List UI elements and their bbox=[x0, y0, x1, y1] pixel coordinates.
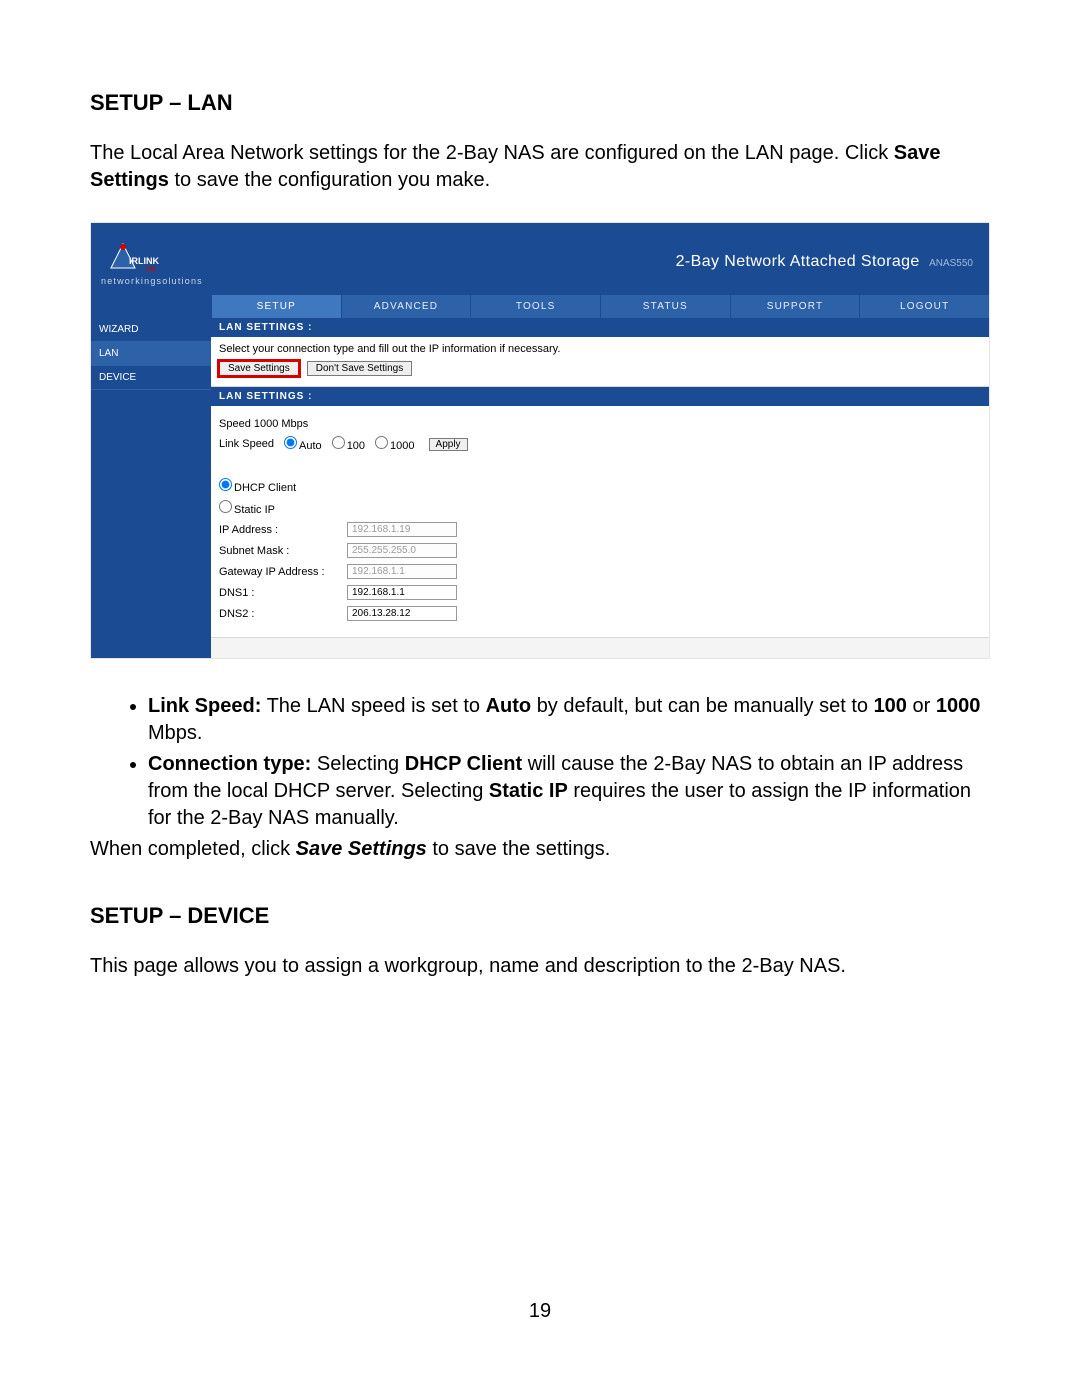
admin-header: IRLINK 101 networkingsolutions 2-Bay Net… bbox=[91, 223, 989, 295]
radio-dhcp-label: DHCP Client bbox=[234, 482, 296, 494]
radio-100-label: 100 bbox=[347, 440, 365, 452]
sidebar-item-wizard[interactable]: WIZARD bbox=[91, 318, 211, 342]
closing-t1: When completed, click bbox=[90, 838, 296, 860]
radio-dhcp[interactable] bbox=[219, 478, 232, 491]
dns1-label: DNS1 : bbox=[219, 587, 339, 599]
speed-readout: Speed 1000 Mbps bbox=[219, 418, 308, 430]
product-title: 2-Bay Network Attached Storage bbox=[676, 253, 920, 270]
radio-1000-label: 1000 bbox=[390, 440, 414, 452]
intro-text-1: The Local Area Network settings for the … bbox=[90, 142, 894, 164]
note2-b1: DHCP Client bbox=[405, 753, 522, 775]
static-row: Static IP bbox=[219, 500, 981, 516]
panel-body-2: Speed 1000 Mbps Link Speed Auto 100 1000… bbox=[211, 406, 989, 638]
conn-static[interactable]: Static IP bbox=[219, 500, 275, 516]
nav-row: SETUP ADVANCED TOOLS STATUS SUPPORT LOGO… bbox=[91, 295, 989, 318]
radio-100[interactable] bbox=[332, 436, 345, 449]
radio-static[interactable] bbox=[219, 500, 232, 513]
intro-paragraph: The Local Area Network settings for the … bbox=[90, 140, 990, 194]
note2-b2: Static IP bbox=[489, 780, 568, 802]
admin-screenshot: IRLINK 101 networkingsolutions 2-Bay Net… bbox=[90, 222, 990, 659]
sidebar-item-device[interactable]: DEVICE bbox=[91, 366, 211, 390]
dns1-input[interactable] bbox=[347, 585, 457, 600]
section-heading-device: SETUP – DEVICE bbox=[90, 903, 990, 929]
link-speed-100[interactable]: 100 bbox=[332, 436, 365, 452]
main-pane: LAN SETTINGS : Select your connection ty… bbox=[211, 318, 989, 658]
note1-b1: Auto bbox=[486, 695, 532, 717]
nav-tools[interactable]: TOOLS bbox=[470, 295, 600, 318]
note2-lead: Connection type: bbox=[148, 753, 311, 775]
sidebar-item-lan[interactable]: LAN bbox=[91, 342, 211, 366]
note1-lead: Link Speed: bbox=[148, 695, 261, 717]
intro-text-2: to save the configuration you make. bbox=[174, 169, 490, 191]
panel-instruction: Select your connection type and fill out… bbox=[219, 343, 981, 355]
note1-t1: The LAN speed is set to bbox=[267, 695, 486, 717]
gw-row: Gateway IP Address : bbox=[219, 564, 981, 579]
radio-1000[interactable] bbox=[375, 436, 388, 449]
nav-logout[interactable]: LOGOUT bbox=[859, 295, 989, 318]
nav-spacer bbox=[91, 295, 211, 318]
mask-label: Subnet Mask : bbox=[219, 545, 339, 557]
ip-input[interactable] bbox=[347, 522, 457, 537]
closing-paragraph: When completed, click Save Settings to s… bbox=[90, 836, 990, 863]
dns2-row: DNS2 : bbox=[219, 606, 981, 621]
closing-t2: to save the settings. bbox=[432, 838, 610, 860]
admin-body: WIZARD LAN DEVICE LAN SETTINGS : Select … bbox=[91, 318, 989, 658]
radio-auto-label: Auto bbox=[299, 440, 322, 452]
speed-readout-row: Speed 1000 Mbps bbox=[219, 418, 981, 430]
page-number: 19 bbox=[90, 1300, 990, 1323]
svg-text:101: 101 bbox=[146, 267, 157, 273]
save-button-row: Save Settings Don't Save Settings bbox=[219, 361, 981, 376]
svg-text:IRLINK: IRLINK bbox=[129, 256, 159, 266]
brand-block: IRLINK 101 networkingsolutions bbox=[101, 238, 203, 286]
dns2-input[interactable] bbox=[347, 606, 457, 621]
device-intro: This page allows you to assign a workgro… bbox=[90, 953, 990, 980]
nav-setup[interactable]: SETUP bbox=[211, 295, 341, 318]
dns1-row: DNS1 : bbox=[219, 585, 981, 600]
note1-t2: by default, but can be manually set to bbox=[537, 695, 874, 717]
radio-auto[interactable] bbox=[284, 436, 297, 449]
nav-support[interactable]: SUPPORT bbox=[730, 295, 860, 318]
link-speed-label: Link Speed bbox=[219, 438, 274, 450]
gw-label: Gateway IP Address : bbox=[219, 566, 339, 578]
section-heading-lan: SETUP – LAN bbox=[90, 90, 990, 116]
ip-row: IP Address : bbox=[219, 522, 981, 537]
note-link-speed: Link Speed: The LAN speed is set to Auto… bbox=[148, 693, 990, 747]
apply-button[interactable]: Apply bbox=[429, 438, 468, 451]
save-settings-button[interactable]: Save Settings bbox=[219, 361, 299, 376]
link-speed-1000[interactable]: 1000 bbox=[375, 436, 414, 452]
link-speed-row: Link Speed Auto 100 1000 Apply bbox=[219, 436, 981, 452]
conn-dhcp[interactable]: DHCP Client bbox=[219, 478, 296, 494]
note1-b3: 1000 bbox=[936, 695, 981, 717]
mask-row: Subnet Mask : bbox=[219, 543, 981, 558]
nav-status[interactable]: STATUS bbox=[600, 295, 730, 318]
product-model: ANAS550 bbox=[929, 258, 973, 269]
panel-title-1: LAN SETTINGS : bbox=[211, 318, 989, 337]
brand-tagline: networkingsolutions bbox=[101, 276, 203, 286]
nav-bar: SETUP ADVANCED TOOLS STATUS SUPPORT LOGO… bbox=[211, 295, 989, 318]
note1-b2: 100 bbox=[874, 695, 907, 717]
gw-input[interactable] bbox=[347, 564, 457, 579]
dhcp-row: DHCP Client bbox=[219, 478, 981, 494]
link-speed-auto[interactable]: Auto bbox=[284, 436, 322, 452]
note2-t1: Selecting bbox=[317, 753, 405, 775]
notes-list: Link Speed: The LAN speed is set to Auto… bbox=[90, 693, 990, 832]
mask-input[interactable] bbox=[347, 543, 457, 558]
dns2-label: DNS2 : bbox=[219, 608, 339, 620]
sidebar: WIZARD LAN DEVICE bbox=[91, 318, 211, 658]
brand-logo: IRLINK 101 bbox=[101, 238, 161, 274]
note1-t4: Mbps. bbox=[148, 722, 202, 744]
panel-body-1: Select your connection type and fill out… bbox=[211, 337, 989, 387]
note1-t3: or bbox=[913, 695, 936, 717]
closing-bold: Save Settings bbox=[296, 838, 427, 860]
dont-save-settings-button[interactable]: Don't Save Settings bbox=[307, 361, 413, 376]
product-title-block: 2-Bay Network Attached Storage ANAS550 bbox=[676, 253, 973, 271]
radio-static-label: Static IP bbox=[234, 504, 275, 516]
note-connection-type: Connection type: Selecting DHCP Client w… bbox=[148, 751, 990, 832]
nav-advanced[interactable]: ADVANCED bbox=[341, 295, 471, 318]
ip-label: IP Address : bbox=[219, 524, 339, 536]
airlink-logo-icon: IRLINK 101 bbox=[101, 238, 161, 274]
panel-title-2: LAN SETTINGS : bbox=[211, 387, 989, 406]
